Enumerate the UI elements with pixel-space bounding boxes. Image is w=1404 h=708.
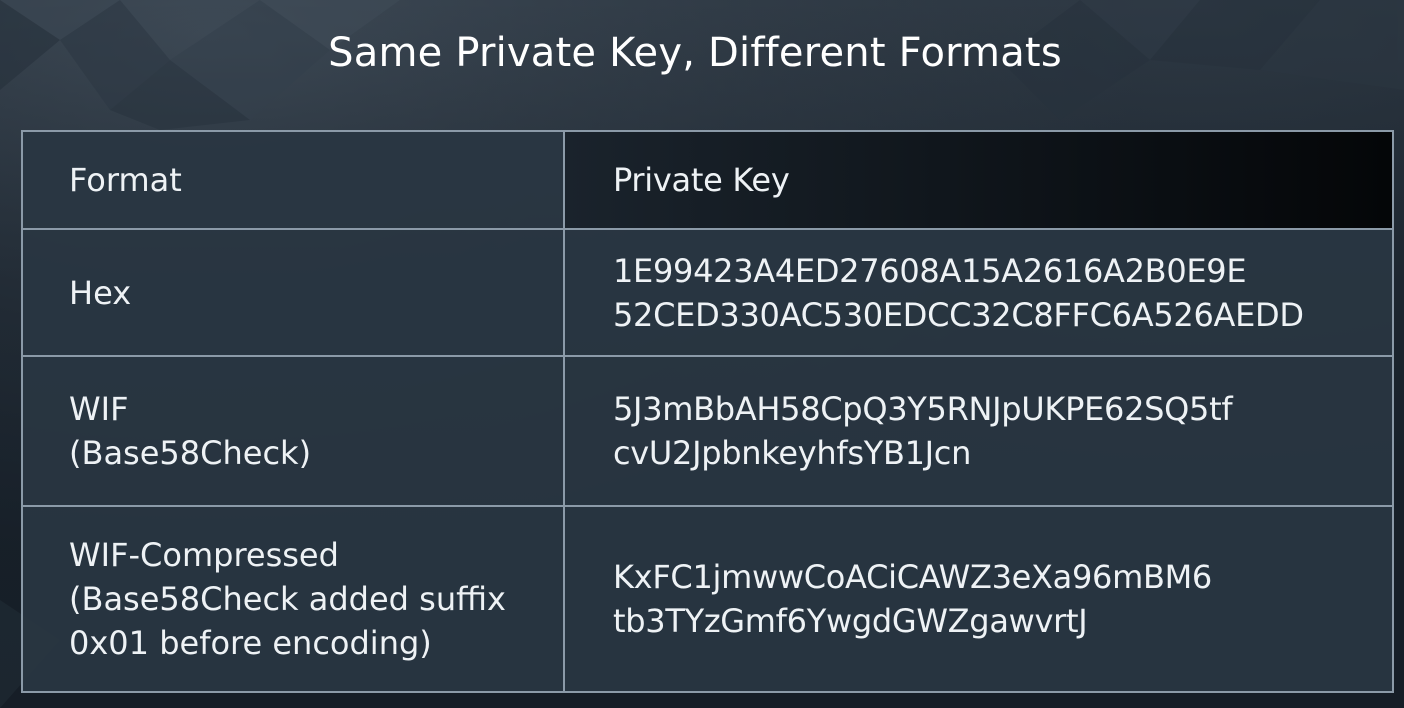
- key-line: 1E99423A4ED27608A15A2616A2B0E9E: [613, 251, 1247, 290]
- key-line: cvU2JpbnkeyhfsYB1Jcn: [613, 434, 972, 472]
- header-row: Format Private Key: [21, 130, 1394, 230]
- format-cell: WIF-Compressed (Base58Check added suffix…: [21, 505, 565, 693]
- format-label: WIF: [69, 390, 129, 428]
- format-label: (Base58Check): [69, 434, 312, 472]
- key-cell: 1E99423A4ED27608A15A2616A2B0E9E 52CED330…: [563, 228, 1394, 357]
- slide-title: Same Private Key, Different Formats: [328, 30, 1062, 76]
- header-format: Format: [21, 130, 565, 230]
- table-row-hex: Hex 1E99423A4ED27608A15A2616A2B0E9E 52CE…: [21, 228, 1394, 357]
- key-line: KxFC1jmwwCoACiCAWZ3eXa96mBM6: [613, 558, 1212, 596]
- key-cell: 5J3mBbAH58CpQ3Y5RNJpUKPE62SQ5tf cvU2Jpbn…: [563, 355, 1394, 507]
- key-line: tb3TYzGmf6YwgdGWZgawvrtJ: [613, 602, 1088, 640]
- format-label: 0x01 before encoding): [69, 624, 432, 662]
- table-row-wif: WIF (Base58Check) 5J3mBbAH58CpQ3Y5RNJpUK…: [21, 355, 1394, 507]
- format-cell: WIF (Base58Check): [21, 355, 565, 507]
- key-line: 52CED330AC530EDCC32C8FFC6A526AEDD: [613, 295, 1304, 334]
- format-cell: Hex: [21, 228, 565, 357]
- format-label: WIF-Compressed: [69, 536, 339, 574]
- format-label: (Base58Check added suffix: [69, 580, 506, 618]
- header-private-key: Private Key: [563, 130, 1394, 230]
- private-key-formats-table: Format Private Key Hex 1E99423A4ED27608A…: [21, 130, 1394, 693]
- table-row-wif-compressed: WIF-Compressed (Base58Check added suffix…: [21, 505, 1394, 693]
- key-cell: KxFC1jmwwCoACiCAWZ3eXa96mBM6 tb3TYzGmf6Y…: [563, 505, 1394, 693]
- format-label: Hex: [69, 273, 132, 312]
- key-line: 5J3mBbAH58CpQ3Y5RNJpUKPE62SQ5tf: [613, 390, 1233, 428]
